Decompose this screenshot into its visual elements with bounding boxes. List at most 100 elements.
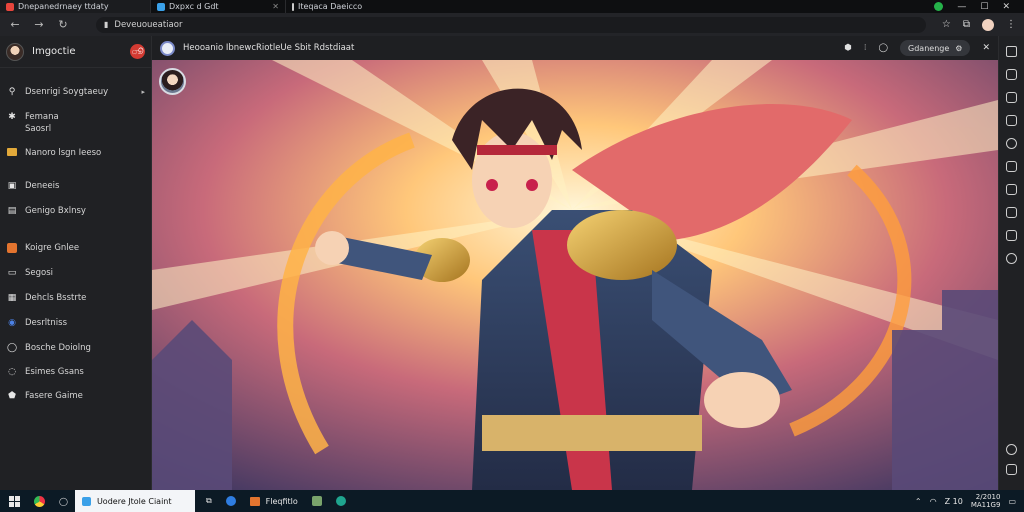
shield-icon[interactable]: ⬢ [844,43,851,53]
sidebar-item-shield[interactable]: ⬟ Fasere Gaime [0,390,152,402]
rail-image-icon[interactable] [1006,230,1017,241]
shield-icon: ⬟ [8,391,16,401]
sync-icon: ◌ [8,367,16,377]
taskbar-active-app[interactable]: Uodere Jtole Ciaint [74,490,195,512]
taskbar-edge[interactable] [219,490,243,512]
globe-icon: ◉ [8,318,16,328]
notifications-icon[interactable]: ▭ [1008,497,1016,506]
tab-second[interactable]: Dxpxc d Gdt ✕ [150,0,285,13]
rail-home-icon[interactable] [1006,46,1017,57]
bookmark-icon: ▤ [7,206,17,216]
taskbar-app4[interactable] [329,490,353,512]
site-logo-icon[interactable] [160,40,175,56]
sidebar-item-folder[interactable]: Nanoro lsgn Ieeso [0,147,152,159]
task-view-icon: ⧉ [205,496,212,505]
sidebar-item-globe[interactable]: ◉ Desrltniss [0,317,152,329]
taskbar-search[interactable]: ◯ [52,490,75,512]
reload-icon[interactable]: ↻ [56,18,70,31]
settings-icon: ⚙ [955,43,963,53]
rail-clock-icon[interactable] [1006,138,1017,149]
address-bar[interactable]: ▮ Deveuoueatiaor [96,16,926,33]
close-tab-icon[interactable]: ✕ [272,2,279,11]
bookmark-star-icon[interactable]: ☆ [942,19,951,30]
tab-favicon-icon [157,2,165,11]
sidebar-item-docs[interactable]: ▣ Deneeis [0,180,152,192]
avatar[interactable] [6,42,24,61]
forward-icon[interactable]: → [32,18,46,31]
image-icon [7,243,17,253]
tab-third[interactable]: Iteqaca Daeicco [285,0,485,13]
rail-notes-icon[interactable] [1006,161,1017,172]
search-icon: ◯ [59,496,68,506]
rail-bookmark-icon[interactable] [1006,115,1017,126]
tab-active[interactable]: Dnepanedrnaey ttdaty [0,0,150,13]
taskbar: ◯ Uodere Jtole Ciaint ⧉ Fleqfitlo ⌃ ◠ Z … [0,490,1024,512]
taskbar-app3[interactable] [305,490,329,512]
anime-artwork [152,60,998,490]
page-title: Heooanio IbnewcRiotleUe Sbit Rdstdiaat [183,43,355,53]
gallery-icon: ▦ [7,293,17,303]
rail-download-icon[interactable] [1006,69,1017,80]
app4-icon [335,496,346,506]
rail-settings-icon[interactable] [1006,444,1017,455]
system-tray: ⌃ ◠ Z 10 2/2010 MA11G9 ▭ [915,493,1024,509]
start-button[interactable] [0,490,27,512]
sidebar-item-favorites[interactable]: ✱ Femana Saosrl [0,111,152,135]
chevron-right-icon: ▸ [141,88,145,96]
artwork-illustration [152,60,998,490]
taskbar-browser[interactable] [27,490,52,512]
folder-icon [249,496,260,506]
close-window-button[interactable]: ✕ [1002,2,1010,12]
browser-icon [34,495,45,507]
clock-time[interactable]: Z 10 [945,497,963,506]
sidebar: Imgoctie ூ ⚲ Dsenrigi Soygtaeuy ▸ ✱ Fema… [0,36,152,490]
profile-pill[interactable]: Gdanenge ⚙ [900,40,971,56]
back-icon[interactable]: ← [8,18,22,31]
chat-icon: ◯ [6,343,18,353]
sidebar-item-chat[interactable]: ◯ Bosche Doiolng [0,342,152,354]
taskbar-app2[interactable]: Fleqfitlo [243,490,305,512]
minimize-button[interactable]: — [957,2,966,12]
rail-calendar-icon[interactable] [1006,184,1017,195]
taskbar-files[interactable]: ⧉ [199,490,219,512]
sidebar-item-bookmarks[interactable]: ▤ Genigo Bxlnsy [0,205,152,217]
sidebar-title: Imgoctie [32,46,76,57]
star-icon: ✱ [8,112,16,122]
doc-icon: ▣ [7,181,17,191]
rail-help-icon[interactable] [1006,253,1017,264]
sync-status-icon[interactable] [934,2,944,11]
windows-logo-icon [9,495,20,507]
grid-icon[interactable]: ⁞ [864,43,867,53]
extensions-icon[interactable]: ⧉ [963,19,970,30]
page-icon: ▭ [7,268,17,278]
sidebar-header: Imgoctie ூ [0,36,151,68]
lock-icon: ▮ [104,20,109,29]
app3-icon [311,496,322,506]
profile-icon[interactable] [982,18,994,31]
clock-date[interactable]: 2/2010 MA11G9 [971,493,1001,509]
notification-badge[interactable]: ூ [130,44,145,59]
artist-avatar[interactable] [159,68,186,95]
maximize-button[interactable]: ☐ [980,2,988,12]
tab-favicon-icon [6,2,14,11]
sidebar-item-gallery[interactable]: ▦ Dehcls Bsstrte [0,292,152,304]
browser-window: Dnepanedrnaey ttdaty Dxpxc d Gdt ✕ Iteqa… [0,0,1024,512]
tab-label: Iteqaca Daeicco [298,2,363,11]
tab-label: Dnepanedrnaey ttdaty [18,2,109,11]
menu-icon[interactable]: ⋮ [1006,19,1016,30]
sidebar-item-pages[interactable]: ▭ Segosi [0,267,152,279]
sidebar-item-sync[interactable]: ◌ Esimes Gsans [0,366,152,378]
sidebar-item-images[interactable]: Koigre Gnlee [0,242,152,254]
rail-history-icon[interactable] [1006,92,1017,103]
tab-strip: Dnepanedrnaey ttdaty Dxpxc d Gdt ✕ Iteqa… [0,0,1024,13]
tab-label: Dxpxc d Gdt [169,2,219,11]
circle-icon[interactable]: ◯ [879,43,889,53]
app-icon [81,496,91,506]
close-icon[interactable]: ✕ [982,43,990,53]
tray-expand-icon[interactable]: ⌃ [915,497,922,506]
content-header: Heooanio IbnewcRiotleUe Sbit Rdstdiaat ⬢… [152,36,998,60]
rail-feedback-icon[interactable] [1006,464,1017,475]
sidebar-item-search[interactable]: ⚲ Dsenrigi Soygtaeuy ▸ [0,86,152,98]
network-icon[interactable]: ◠ [930,497,937,506]
rail-tools-icon[interactable] [1006,207,1017,218]
